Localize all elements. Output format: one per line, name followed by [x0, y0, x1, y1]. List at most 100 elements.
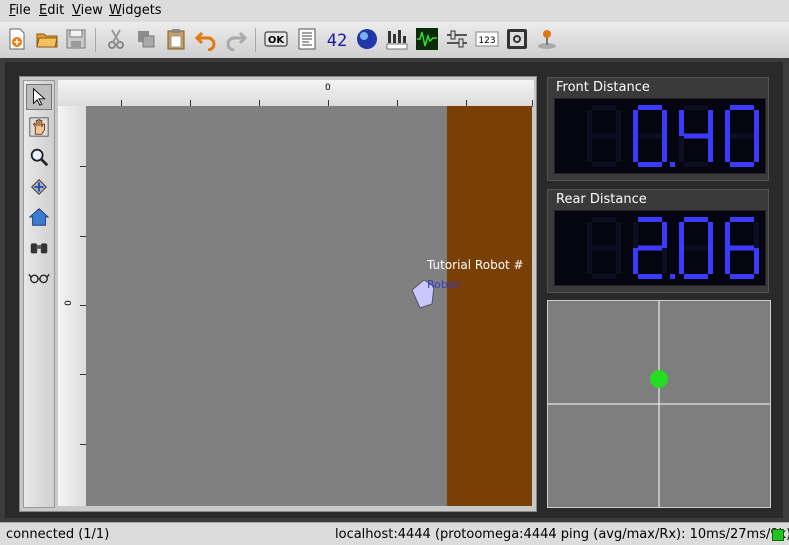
- front-distance-segment: [679, 110, 684, 136]
- horizontal-ruler: 0: [58, 80, 534, 107]
- save-button[interactable]: [63, 26, 89, 52]
- toolbar-separator: [95, 28, 96, 52]
- front-distance-decimal-point: [670, 162, 675, 167]
- front-distance-unlit-segment: [587, 136, 592, 162]
- bar-graph-widget-button[interactable]: [384, 26, 410, 52]
- rear-distance-unlit-segment: [592, 274, 616, 279]
- toolbar-separator: [255, 28, 256, 52]
- map-canvas[interactable]: Tutorial Robot # Robot: [86, 106, 532, 506]
- menu-edit-mnemonic: E: [39, 3, 48, 18]
- menu-view[interactable]: View: [72, 3, 103, 18]
- slider-widget-button[interactable]: [444, 26, 470, 52]
- menu-widgets-label: idgets: [121, 3, 162, 18]
- zoom-tool[interactable]: [26, 144, 52, 170]
- front-distance-unlit-segment: [616, 136, 621, 162]
- joystick-widget-button[interactable]: [534, 26, 560, 52]
- front-distance-segment: [638, 162, 662, 167]
- front-distance-unlit-segment: [638, 133, 662, 139]
- front-distance-unlit-segment: [592, 133, 616, 139]
- open-folder-button[interactable]: [34, 26, 60, 52]
- new-file-button[interactable]: [4, 26, 30, 52]
- front-distance-segment: [633, 110, 638, 136]
- number-icon-text: 42: [327, 31, 347, 51]
- save-disk-icon: [66, 29, 86, 49]
- pan-tool[interactable]: [26, 114, 52, 140]
- rear-distance-panel: Rear Distance: [547, 189, 769, 293]
- dial-widget-button[interactable]: [354, 26, 380, 52]
- lcd-number-widget-button[interactable]: 42: [324, 26, 350, 52]
- menu-widgets[interactable]: Widgets: [109, 3, 162, 18]
- hand-icon: [29, 117, 49, 137]
- rear-distance-unlit-segment: [754, 222, 759, 248]
- home-tool[interactable]: [26, 204, 52, 230]
- rear-distance-segment: [679, 248, 684, 274]
- rear-distance-unlit-segment: [592, 245, 616, 251]
- scope-widget-button[interactable]: [414, 26, 440, 52]
- open-folder-icon: [36, 33, 58, 48]
- copy-icon: [138, 31, 155, 48]
- toolbar: OK 42 123: [0, 22, 789, 59]
- menu-edit[interactable]: Edit: [39, 3, 64, 18]
- rear-distance-decimal-point: [670, 274, 675, 279]
- select-tool[interactable]: [26, 84, 52, 110]
- front-distance-segment: [754, 110, 759, 136]
- front-distance-segment: [633, 136, 638, 162]
- front-distance-unlit-segment: [587, 110, 592, 136]
- magnifier-icon: [30, 148, 49, 167]
- front-distance-unlit-segment: [592, 105, 616, 110]
- robot-tag-label: Robot: [427, 278, 459, 291]
- monitor-icon: [507, 29, 527, 49]
- vertical-ruler-zero-label: 0: [63, 300, 74, 306]
- visualization-toolbox: [23, 80, 55, 508]
- menubar: File Edit View Widgets: [0, 0, 789, 22]
- joystick-pad[interactable]: [547, 300, 771, 508]
- front-distance-unlit-segment: [684, 105, 708, 110]
- robot-name-label: Tutorial Robot #: [427, 258, 524, 272]
- cut-button[interactable]: [103, 26, 129, 52]
- rear-distance-lcd: [554, 210, 766, 286]
- rear-distance-segment: [708, 248, 713, 274]
- front-distance-unlit-segment: [684, 162, 708, 167]
- move-tool[interactable]: [26, 174, 52, 200]
- rear-distance-segment: [708, 222, 713, 248]
- binoculars-tool[interactable]: [26, 234, 52, 260]
- rear-distance-unlit-segment: [616, 222, 621, 248]
- front-distance-segment: [725, 110, 730, 136]
- text-widget-button[interactable]: [294, 26, 320, 52]
- ok-button-icon: OK: [264, 31, 288, 47]
- rear-distance-unlit-segment: [684, 245, 708, 251]
- home-icon: [28, 208, 50, 226]
- front-distance-segment: [730, 162, 754, 167]
- copy-button[interactable]: [133, 26, 159, 52]
- front-distance-segment: [638, 105, 662, 110]
- paste-button[interactable]: [163, 26, 189, 52]
- redo-button[interactable]: [223, 26, 249, 52]
- clipboard-icon: [167, 29, 185, 50]
- ok-widget-button[interactable]: OK: [263, 26, 289, 52]
- rear-distance-segment: [730, 274, 754, 279]
- rear-distance-segment: [725, 248, 730, 274]
- status-bar: connected (1/1) localhost:4444 (protoome…: [0, 522, 789, 545]
- counter-widget-button[interactable]: 123: [474, 26, 500, 52]
- server-ping-status: localhost:4444 (protoomega:4444 ping (av…: [335, 527, 789, 542]
- front-distance-segment: [662, 110, 667, 136]
- counter-icon: 123: [475, 31, 499, 47]
- rear-distance-segment: [662, 222, 667, 248]
- bar-graph-icon: [386, 30, 408, 50]
- undo-button[interactable]: [193, 26, 219, 52]
- glasses-tool[interactable]: [26, 264, 52, 290]
- oscilloscope-icon: [416, 28, 438, 50]
- front-distance-unlit-segment: [730, 133, 754, 139]
- new-file-icon: [9, 28, 25, 50]
- text-document-icon: [298, 28, 316, 50]
- image-widget-button[interactable]: [504, 26, 530, 52]
- rear-distance-unlit-segment: [662, 248, 667, 274]
- joystick-handle[interactable]: [650, 370, 668, 388]
- menu-file[interactable]: File: [9, 3, 31, 18]
- rear-distance-unlit-segment: [633, 222, 638, 248]
- front-distance-segment: [754, 136, 759, 162]
- front-distance-segment: [708, 136, 713, 162]
- front-distance-unlit-segment: [616, 110, 621, 136]
- menu-edit-label: dit: [47, 3, 65, 18]
- connection-status: connected (1/1): [6, 527, 110, 542]
